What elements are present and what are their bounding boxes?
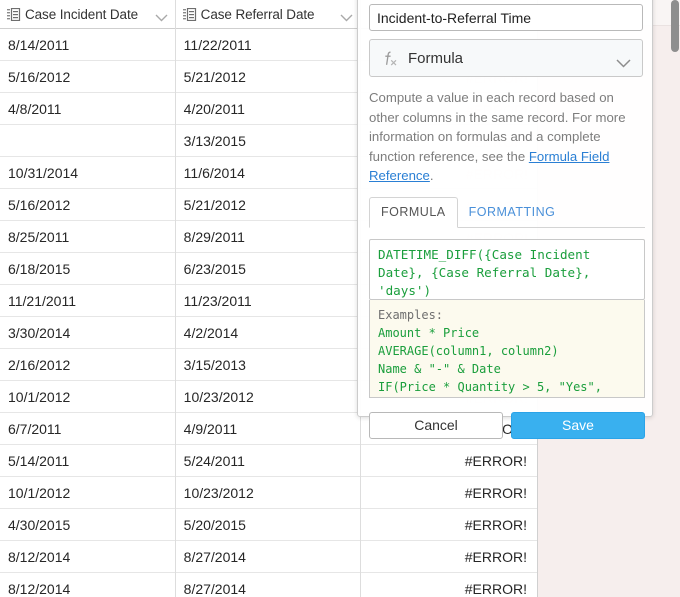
- table-cell-incident[interactable]: 10/1/2012: [0, 477, 176, 509]
- table-cell-incident[interactable]: 8/12/2014: [0, 541, 176, 573]
- fx-formula-icon: [380, 49, 399, 68]
- table-cell-incident[interactable]: 8/14/2011: [0, 29, 176, 61]
- table-cell-result[interactable]: #ERROR!: [361, 573, 537, 597]
- table-cell-referral[interactable]: 8/29/2011: [176, 221, 362, 253]
- table-cell-referral[interactable]: 3/13/2015: [176, 125, 362, 157]
- table-cell-referral[interactable]: 4/9/2011: [176, 413, 362, 445]
- column-header-label: Case Incident Date: [25, 7, 139, 22]
- field-type-dropdown[interactable]: Formula: [369, 39, 643, 77]
- table-cell-incident[interactable]: 8/12/2014: [0, 573, 176, 597]
- panel-tabs: FORMULA FORMATTING: [369, 196, 645, 228]
- table-cell-incident[interactable]: 5/16/2012: [0, 61, 176, 93]
- table-cell-referral[interactable]: 6/23/2015: [176, 253, 362, 285]
- formula-input[interactable]: DATETIME_DIFF({Case Incident Date}, {Cas…: [369, 238, 645, 300]
- table-cell-result[interactable]: #ERROR!: [361, 541, 537, 573]
- table-cell-result[interactable]: #ERROR!: [361, 477, 537, 509]
- cancel-button[interactable]: Cancel: [369, 411, 503, 439]
- table-cell-referral[interactable]: 4/2/2014: [176, 317, 362, 349]
- table-cell-incident[interactable]: 4/8/2011: [0, 93, 176, 125]
- formula-examples: Examples: Amount * Price AVERAGE(column1…: [369, 299, 645, 398]
- table-cell-incident[interactable]: 6/7/2011: [0, 413, 176, 445]
- table-cell-referral[interactable]: 5/21/2012: [176, 61, 362, 93]
- table-cell-incident[interactable]: 5/16/2012: [0, 189, 176, 221]
- app-root: Case Incident Date Case Referral Date 8/…: [0, 0, 680, 597]
- table-cell-incident[interactable]: 2/16/2012: [0, 349, 176, 381]
- table-row[interactable]: 8/12/2014 8/27/2014 #ERROR!: [0, 573, 537, 597]
- panel-actions: Cancel Save: [369, 411, 645, 439]
- table-cell-incident[interactable]: 10/1/2012: [0, 381, 176, 413]
- table-cell-incident[interactable]: 6/18/2015: [0, 253, 176, 285]
- table-cell-referral[interactable]: 10/23/2012: [176, 477, 362, 509]
- table-cell-referral[interactable]: 11/6/2014: [176, 157, 362, 189]
- example-line: IF(Price * Quantity > 5, "Yes", "No"): [378, 379, 602, 394]
- tab-formatting[interactable]: FORMATTING: [458, 198, 567, 227]
- chevron-down-icon[interactable]: [616, 55, 631, 68]
- table-cell-incident[interactable]: 4/30/2015: [0, 509, 176, 541]
- table-cell-referral[interactable]: 5/20/2015: [176, 509, 362, 541]
- table-cell-incident[interactable]: 5/14/2011: [0, 445, 176, 477]
- column-header-case-referral-date[interactable]: Case Referral Date: [176, 0, 362, 29]
- table-cell-incident[interactable]: 11/21/2011: [0, 285, 176, 317]
- table-cell-incident[interactable]: 10/31/2014: [0, 157, 176, 189]
- save-button[interactable]: Save: [511, 411, 645, 439]
- chevron-down-icon[interactable]: [155, 9, 168, 22]
- table-cell-referral[interactable]: 11/22/2011: [176, 29, 362, 61]
- date-field-icon: [7, 7, 22, 22]
- chevron-down-icon[interactable]: [340, 9, 353, 22]
- table-row[interactable]: 8/12/2014 8/27/2014 #ERROR!: [0, 541, 537, 573]
- table-row[interactable]: 5/14/2011 5/24/2011 #ERROR!: [0, 445, 537, 477]
- example-line: Amount * Price: [378, 325, 480, 340]
- field-name-input[interactable]: [369, 4, 643, 31]
- table-cell-result[interactable]: #ERROR!: [361, 445, 537, 477]
- tab-formula[interactable]: FORMULA: [369, 196, 458, 228]
- table-cell-incident[interactable]: [0, 125, 176, 157]
- vertical-scrollbar-thumb[interactable]: [671, 0, 679, 52]
- table-cell-referral[interactable]: 10/23/2012: [176, 381, 362, 413]
- table-cell-referral[interactable]: 8/27/2014: [176, 541, 362, 573]
- column-header-case-incident-date[interactable]: Case Incident Date: [0, 0, 176, 29]
- example-line: Name & "-" & Date: [378, 361, 501, 376]
- table-cell-referral[interactable]: 8/27/2014: [176, 573, 362, 597]
- table-cell-referral[interactable]: 5/24/2011: [176, 445, 362, 477]
- table-row[interactable]: 4/30/2015 5/20/2015 #ERROR!: [0, 509, 537, 541]
- example-line: AVERAGE(column1, column2): [378, 343, 559, 358]
- column-header-label: Case Referral Date: [200, 7, 315, 22]
- field-editor-panel: Formula Compute a value in each record b…: [357, 0, 653, 439]
- table-cell-referral[interactable]: 3/15/2013: [176, 349, 362, 381]
- date-field-icon: [182, 7, 198, 22]
- table-cell-referral[interactable]: 11/23/2011: [176, 285, 362, 317]
- table-cell-result[interactable]: #ERROR!: [361, 509, 537, 541]
- description-period: .: [429, 168, 434, 183]
- table-cell-incident[interactable]: 3/30/2014: [0, 317, 176, 349]
- field-type-description: Compute a value in each record based on …: [369, 88, 645, 186]
- examples-title: Examples:: [378, 307, 444, 322]
- table-cell-referral[interactable]: 5/21/2012: [176, 189, 362, 221]
- table-row[interactable]: 10/1/2012 10/23/2012 #ERROR!: [0, 477, 537, 509]
- field-type-label: Formula: [408, 49, 464, 67]
- table-cell-incident[interactable]: 8/25/2011: [0, 221, 176, 253]
- table-cell-referral[interactable]: 4/20/2011: [176, 93, 362, 125]
